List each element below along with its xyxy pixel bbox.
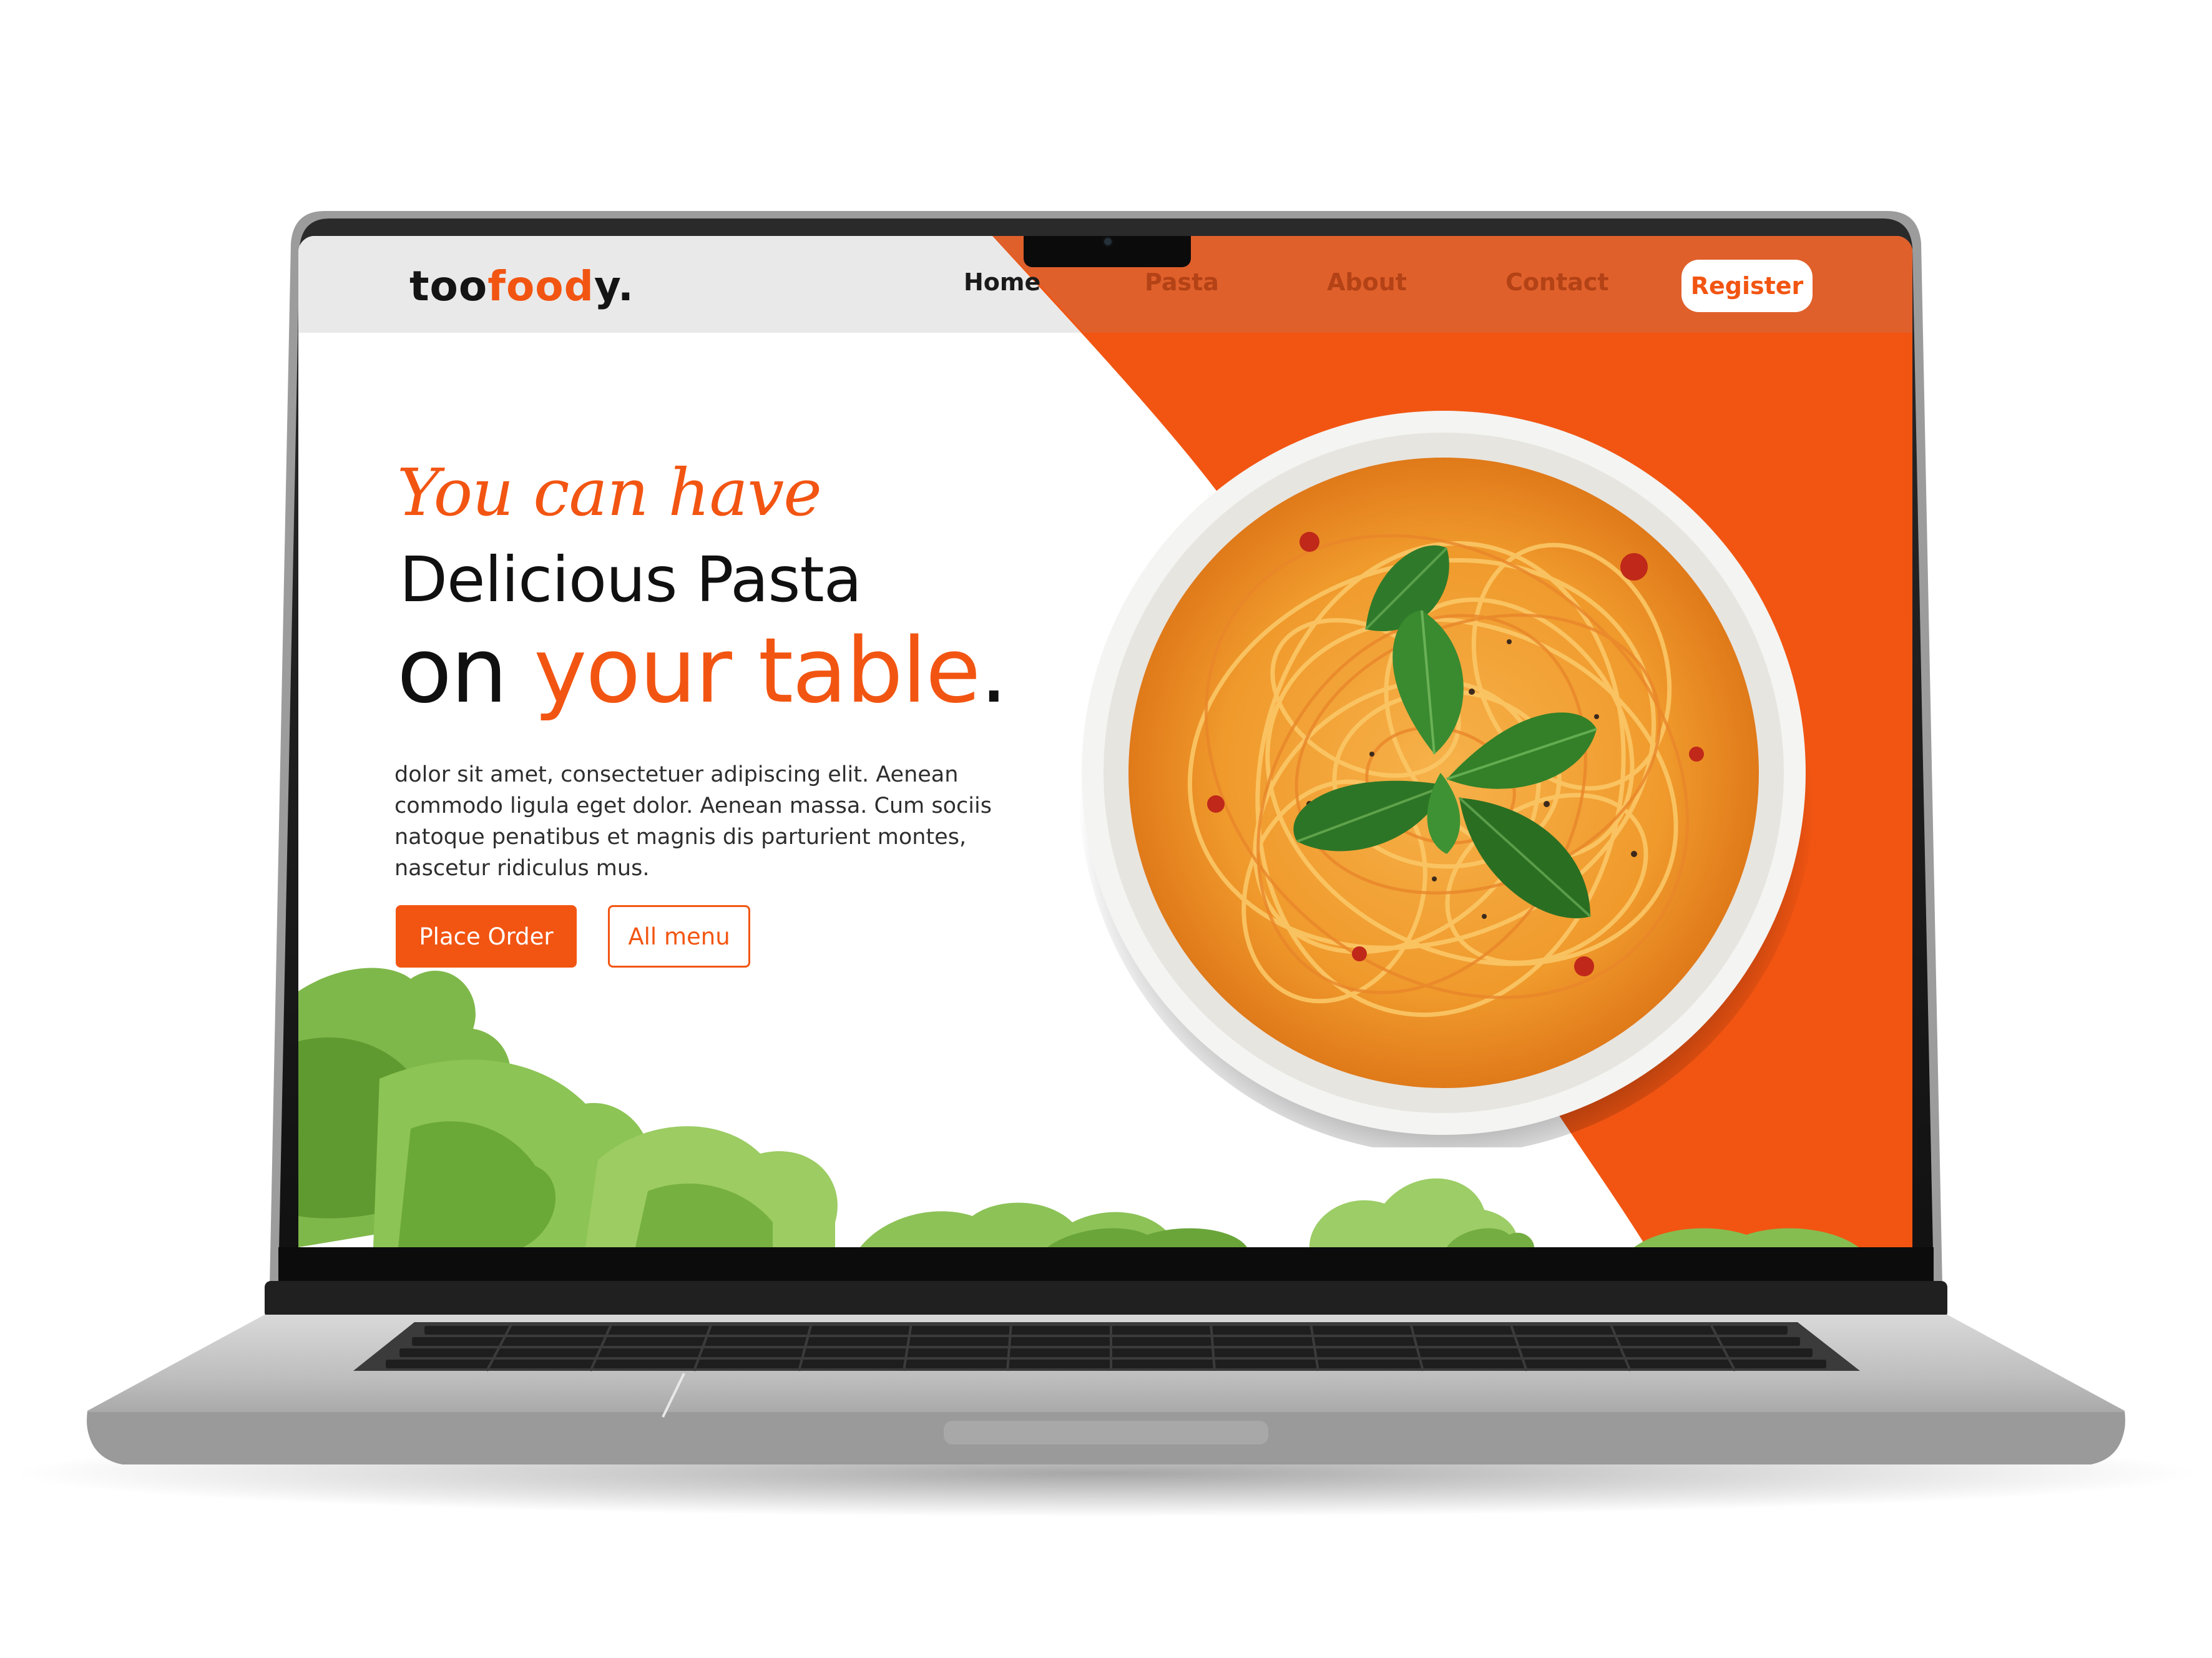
- lettuce-left-cluster: [298, 968, 838, 1247]
- logo-accent: food: [487, 262, 594, 310]
- brand-logo[interactable]: toofoody.: [409, 262, 634, 310]
- hero-heading-line2: Delicious Pasta: [399, 543, 862, 616]
- browser-screen: toofoody. Home Pasta About Contact Regis…: [298, 236, 1912, 1247]
- hero-line3-prefix: on: [397, 618, 534, 723]
- hinge: [265, 1281, 1947, 1318]
- lettuce-right-cluster: [860, 1178, 1859, 1247]
- hero-description: dolor sit amet, consectetuer adipiscing …: [394, 762, 992, 881]
- laptop-mockup-scene: toofoody. Home Pasta About Contact Regis…: [0, 0, 2212, 1658]
- nav-pasta-link[interactable]: Pasta: [1145, 268, 1219, 296]
- hero-script-heading: You can have: [397, 454, 822, 531]
- logo-suffix: y.: [594, 262, 634, 310]
- camera-icon: [1102, 236, 1113, 247]
- nav-about-link[interactable]: About: [1327, 268, 1407, 296]
- screen-chin: [278, 1247, 1934, 1281]
- lettuce-decoration: [298, 968, 1859, 1247]
- nav-home-link[interactable]: Home: [964, 268, 1040, 296]
- front-notch: [944, 1421, 1268, 1445]
- hero-heading-line3: on your table.: [397, 618, 1008, 723]
- register-button[interactable]: Register: [1681, 260, 1813, 312]
- logo-prefix: too: [409, 262, 488, 310]
- hero-line3-suffix: .: [979, 618, 1008, 723]
- nav-contact-link[interactable]: Contact: [1505, 268, 1609, 296]
- hero-line3-accent: your table: [534, 618, 981, 723]
